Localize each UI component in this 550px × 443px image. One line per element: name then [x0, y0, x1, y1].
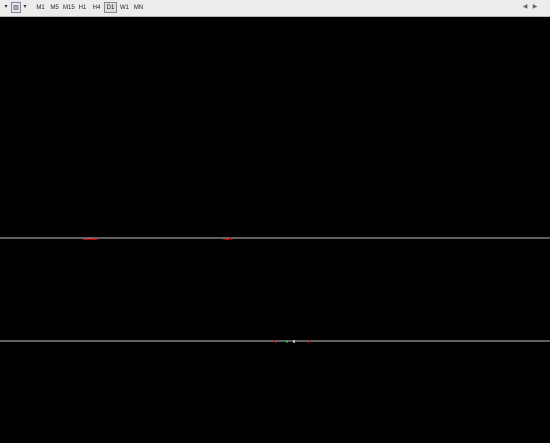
timeframe-m15-button[interactable]: M15	[62, 2, 75, 13]
dropdown-arrow-icon[interactable]: ▾	[2, 2, 10, 13]
timeframe-w1-button[interactable]: W1	[118, 2, 131, 13]
timeframe-m1-button[interactable]: M1	[34, 2, 47, 13]
timeframe-d1-button[interactable]: D1	[104, 2, 117, 13]
dropdown-arrow-icon[interactable]: ▾	[22, 2, 28, 13]
nav-right-icon[interactable]: ▶	[531, 2, 539, 13]
timeframe-toolbar: ▾ ▥ ▾ M1 M5 M15 H1 H4 D1 W1 MN ◀ ▶	[0, 0, 550, 17]
nav-left-icon[interactable]: ◀	[521, 2, 529, 13]
timeframe-h1-button[interactable]: H1	[76, 2, 89, 13]
timeframe-h4-button[interactable]: H4	[90, 2, 103, 13]
chart-icon[interactable]: ▥	[11, 2, 21, 13]
chart-area[interactable]: 1352.501341.401330.301319.201308.001297.…	[0, 17, 550, 443]
timeframe-m5-button[interactable]: M5	[48, 2, 61, 13]
timeframe-mn-button[interactable]: MN	[132, 2, 145, 13]
